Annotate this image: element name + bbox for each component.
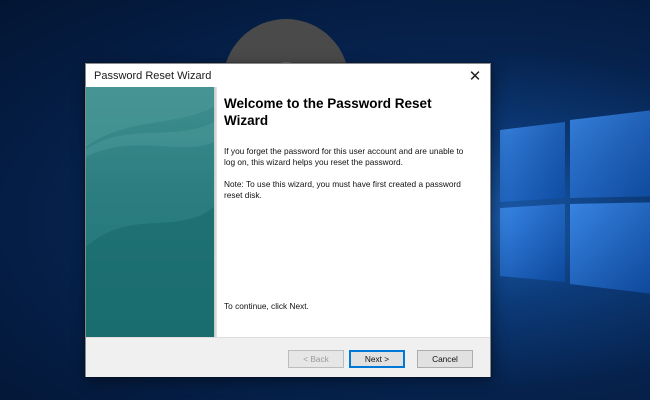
wizard-description: If you forget the password for this user…	[224, 146, 464, 167]
close-icon: ✕	[468, 67, 482, 85]
password-reset-wizard-dialog: Password Reset Wizard ✕ Welcome to the P…	[85, 63, 491, 377]
back-button[interactable]: < Back	[288, 350, 344, 368]
panel-divider	[214, 87, 217, 337]
wizard-note: Note: To use this wizard, you must have …	[224, 179, 461, 200]
wizard-side-banner	[86, 87, 214, 337]
wizard-content: Welcome to the Password Reset Wizard If …	[224, 95, 474, 201]
next-button[interactable]: Next >	[349, 350, 405, 368]
banner-swoosh-graphic	[86, 87, 214, 337]
close-button[interactable]: ✕	[460, 65, 490, 87]
title-bar: Password Reset Wizard ✕	[86, 64, 490, 87]
windows-logo	[500, 110, 650, 294]
cancel-button[interactable]: Cancel	[417, 350, 473, 368]
wizard-body: Welcome to the Password Reset Wizard If …	[86, 87, 490, 337]
button-bar: < Back Next > Cancel	[86, 337, 490, 377]
wizard-heading: Welcome to the Password Reset Wizard	[224, 96, 432, 128]
window-title: Password Reset Wizard	[94, 69, 212, 82]
continue-instruction: To continue, click Next.	[224, 301, 309, 311]
